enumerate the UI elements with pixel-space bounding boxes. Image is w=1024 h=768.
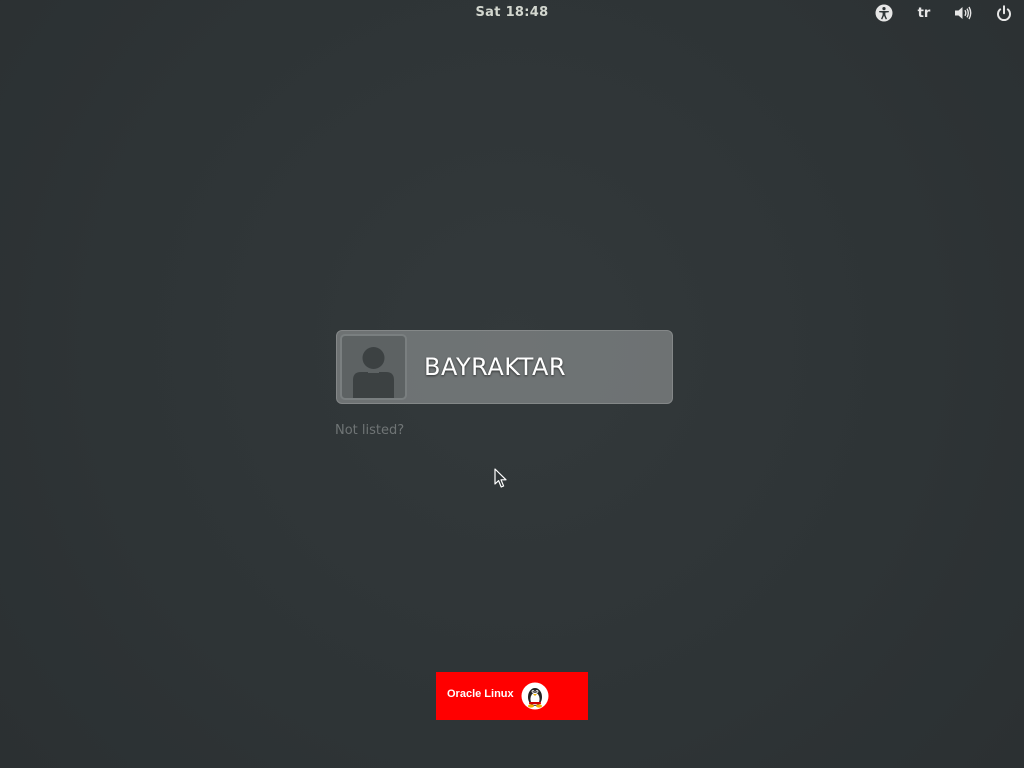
- logo-text: Oracle Linux: [447, 688, 514, 700]
- user-avatar-icon: [340, 334, 407, 400]
- top-bar: Sat 18:48 tr: [0, 0, 1024, 27]
- power-icon[interactable]: [995, 4, 1013, 22]
- mouse-pointer-icon: [494, 468, 508, 489]
- not-listed-link[interactable]: Not listed?: [335, 423, 404, 438]
- volume-icon[interactable]: [954, 4, 972, 22]
- keyboard-layout-indicator[interactable]: tr: [912, 4, 936, 22]
- user-name: BAYRAKTAR: [424, 353, 567, 381]
- user-list-item[interactable]: BAYRAKTAR: [336, 330, 673, 404]
- clock[interactable]: Sat 18:48: [0, 5, 1024, 20]
- tux-penguin-icon: [521, 682, 549, 710]
- accessibility-icon[interactable]: [875, 4, 893, 22]
- oracle-linux-logo: Oracle Linux: [436, 672, 588, 720]
